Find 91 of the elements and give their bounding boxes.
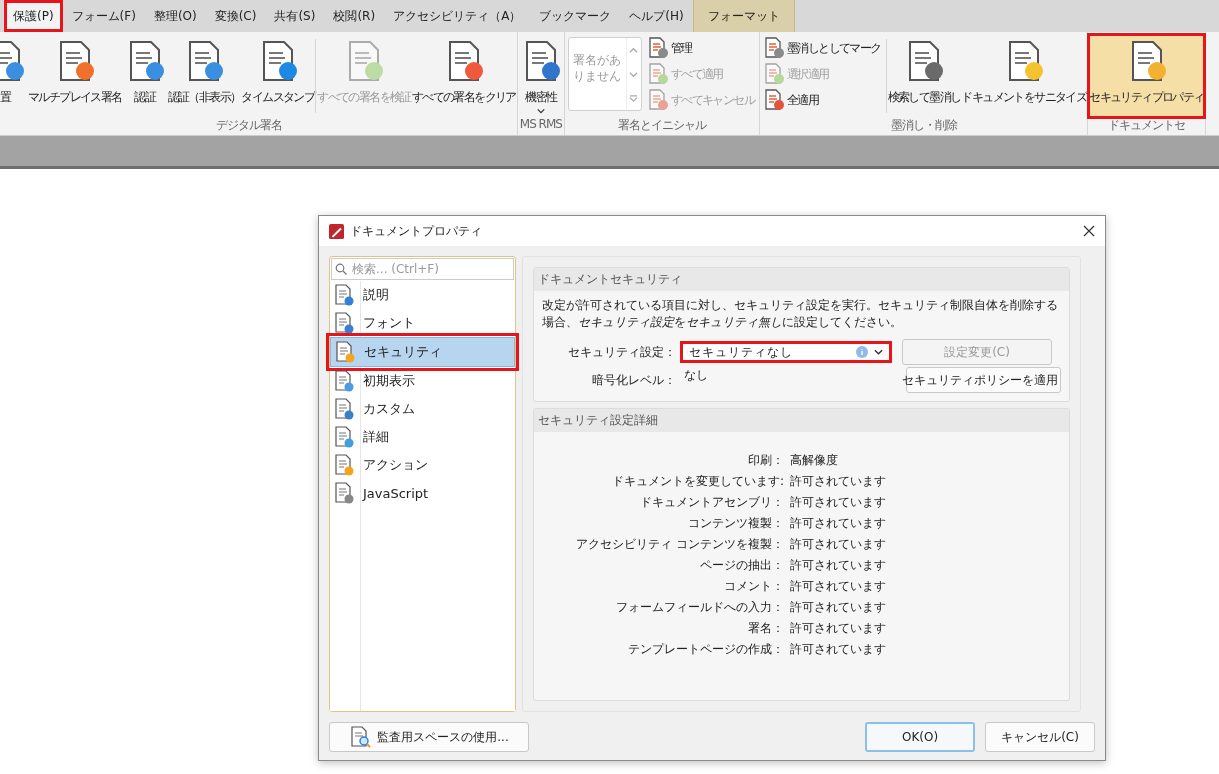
document-badge-icon xyxy=(763,37,786,59)
detail-value: 許可されています xyxy=(790,515,887,532)
document-badge-icon xyxy=(333,454,355,476)
ribbon-button[interactable]: すべての署名をクリア xyxy=(411,35,516,117)
detail-label: フォームフィールドへの入力： xyxy=(615,599,784,616)
info-icon xyxy=(856,346,868,358)
detail-value: 許可されています xyxy=(790,473,887,490)
document-badge-icon xyxy=(333,482,355,504)
detail-label: ドキュメントアセンブリ： xyxy=(639,494,784,511)
menu-tab[interactable]: 整理(O) xyxy=(144,0,206,32)
cancel-button[interactable]: キャンセル(C) xyxy=(985,722,1095,752)
field-value: なし xyxy=(683,367,709,384)
document-badge-icon xyxy=(333,370,355,392)
document-badge-icon xyxy=(646,63,669,85)
menu-tab[interactable]: アクセシビリティ（A） xyxy=(384,0,531,32)
caret-icon xyxy=(874,349,883,355)
nav-item[interactable]: カスタム xyxy=(330,395,515,423)
detail-label: ドキュメントを変更しています: xyxy=(610,473,784,490)
nav-item[interactable]: アクション xyxy=(330,451,515,479)
detail-value: 高解像度 xyxy=(790,452,839,469)
detail-value: 許可されています xyxy=(790,557,887,574)
menu-tab[interactable]: ヘルプ(H) xyxy=(620,0,693,32)
document-badge-icon xyxy=(646,89,669,111)
detail-value: 許可されています xyxy=(790,536,887,553)
window-title: ドキュメントプロパティ xyxy=(350,222,483,240)
menu-tab[interactable]: フォーマット xyxy=(692,0,795,32)
nav-item[interactable]: 説明 xyxy=(330,281,515,309)
field-label: セキュリティ設定： xyxy=(567,343,676,361)
ribbon-small-button[interactable]: 墨消しとしてマーク xyxy=(763,37,881,59)
document-badge-icon xyxy=(763,63,786,85)
nav-item[interactable]: フォント xyxy=(330,309,515,337)
detail-value: 許可されています xyxy=(790,641,887,658)
ribbon-button[interactable]: マルチプレイス署名 xyxy=(28,35,122,117)
ribbon-small-button[interactable]: 管理 xyxy=(646,37,755,59)
description-text: 改定が許可されている項目に対し、セキュリティ設定を実行。セキュリティ制限自体を削除する場合、セキュリティ設定を セキュリティ無し に設定してください。 xyxy=(542,297,1059,331)
detail-label: アクセシビリティ コンテンツを複製： xyxy=(575,536,784,553)
detail-label: コメント： xyxy=(723,578,784,595)
search-icon xyxy=(335,263,347,275)
ribbon-button[interactable]: ドキュメントをサニタイズ xyxy=(961,35,1087,117)
ribbon-button[interactable]: 認証（非表示） xyxy=(167,35,241,117)
menu-tab[interactable]: ブックマーク xyxy=(530,0,621,32)
group-label: 墨消し・削除 xyxy=(889,117,958,134)
menu-tab[interactable]: 保護(P) xyxy=(4,0,63,32)
detail-label: 印刷： xyxy=(747,452,784,469)
ribbon-button[interactable]: 認証 xyxy=(122,35,167,117)
audit-space-button[interactable]: 監査用スペースの使用... xyxy=(329,722,529,752)
scroll-down-icon[interactable] xyxy=(629,70,639,78)
document-badge-icon xyxy=(333,426,355,448)
nav-item[interactable]: JavaScript xyxy=(330,479,515,507)
detail-label: コンテンツ複製： xyxy=(687,515,784,532)
search-field[interactable]: 検索... (Ctrl+F) xyxy=(331,258,514,280)
ribbon-button[interactable]: 置 xyxy=(0,35,27,117)
ribbon-button[interactable]: セキュリティプロパティ xyxy=(1089,35,1204,117)
group-label: ドキュメントセ xyxy=(1107,117,1186,134)
document-badge-icon xyxy=(333,398,355,420)
expand-icon[interactable] xyxy=(629,94,639,102)
detail-label: テンプレートページの作成： xyxy=(627,641,784,658)
document-badge-icon xyxy=(333,312,355,334)
menu-tab[interactable]: 校閲(R) xyxy=(324,0,385,32)
ribbon-small-button[interactable]: 全適用 xyxy=(763,89,881,111)
detail-label: ページの抽出： xyxy=(699,557,784,574)
document-search-icon xyxy=(349,726,372,748)
document-badge-icon xyxy=(763,89,786,111)
ribbon-button[interactable]: タイムスタンプ xyxy=(241,35,315,117)
section-heading: セキュリティ設定詳細 xyxy=(534,409,1069,432)
group-label: デジタル署名 xyxy=(215,117,284,134)
group-label: 署名とイニシャル xyxy=(616,117,708,134)
security-dropdown[interactable]: セキュリティなし xyxy=(680,341,892,363)
nav-item[interactable]: 初期表示 xyxy=(330,367,515,395)
detail-value: 許可されています xyxy=(790,578,887,595)
section-heading: ドキュメントセキュリティ xyxy=(534,268,1069,291)
detail-label: 署名： xyxy=(747,620,784,637)
ribbon-button[interactable]: 機密性 xyxy=(518,35,563,117)
list-placeholder: 署名がありません xyxy=(572,52,623,85)
ok-button[interactable]: OK(O) xyxy=(865,722,975,752)
menu-tab[interactable]: フォーム(F) xyxy=(62,0,145,32)
detail-value: 許可されています xyxy=(790,494,887,511)
menu-tab[interactable]: 共有(S) xyxy=(265,0,325,32)
nav-item[interactable]: 詳細 xyxy=(330,423,515,451)
document-badge-icon xyxy=(646,37,669,59)
field-label: 暗号化レベル： xyxy=(591,371,676,389)
document-badge-icon xyxy=(334,341,356,363)
app-icon xyxy=(329,223,344,239)
detail-value: 許可されています xyxy=(790,620,887,637)
document-badge-icon xyxy=(333,284,355,306)
close-icon[interactable] xyxy=(1083,225,1095,237)
detail-value: 許可されています xyxy=(790,599,887,616)
scroll-up-icon[interactable] xyxy=(629,46,639,54)
menu-tab[interactable]: 変換(C) xyxy=(205,0,266,32)
ribbon-button[interactable]: 検索して墨消し xyxy=(887,35,961,117)
group-label: MS RMS xyxy=(518,117,563,133)
